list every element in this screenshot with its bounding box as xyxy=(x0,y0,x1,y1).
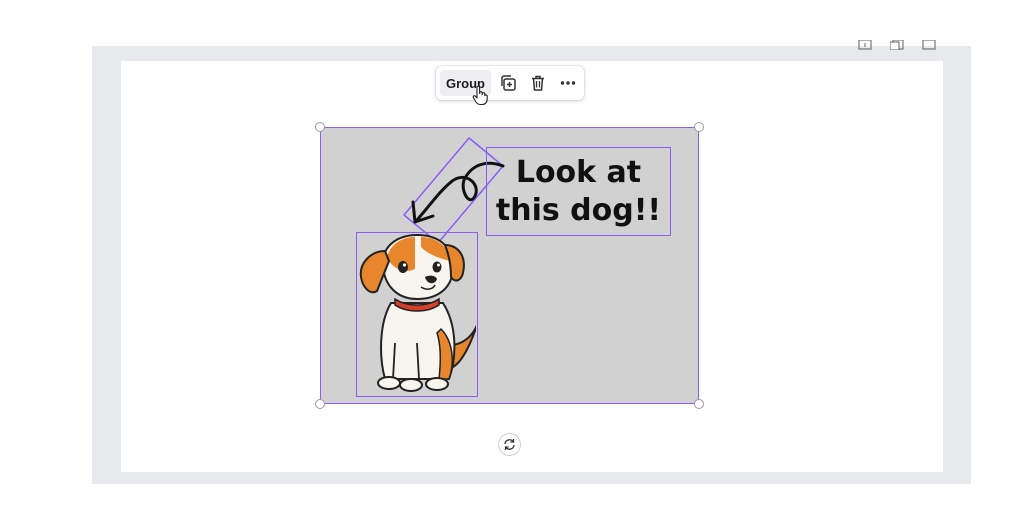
headline-line-2: this dog!! xyxy=(495,192,662,228)
add-page-icon[interactable] xyxy=(890,40,904,50)
resize-handle-bottom-right[interactable] xyxy=(694,399,704,409)
duplicate-icon xyxy=(501,75,516,91)
delete-button[interactable] xyxy=(525,70,551,96)
rotate-button[interactable] xyxy=(498,433,521,456)
duplicate-button[interactable] xyxy=(495,70,521,96)
rotate-icon xyxy=(504,439,515,450)
context-toolbar: Group xyxy=(436,66,584,100)
hand-pointer-cursor-icon xyxy=(472,86,488,106)
resize-handle-top-right[interactable] xyxy=(694,122,704,132)
trash-icon xyxy=(532,75,544,91)
more-options-button[interactable] xyxy=(555,70,581,96)
resize-handle-top-left[interactable] xyxy=(315,122,325,132)
expand-icon[interactable] xyxy=(922,40,936,50)
info-icon[interactable] xyxy=(858,40,872,50)
dog-icon xyxy=(359,233,478,392)
page-actions xyxy=(858,40,936,50)
headline-line-1: Look at xyxy=(515,154,642,190)
headline-text: Look at this dog!! xyxy=(496,154,661,230)
resize-handle-bottom-left[interactable] xyxy=(315,399,325,409)
dog-illustration[interactable] xyxy=(356,232,478,397)
headline-text-box[interactable]: Look at this dog!! xyxy=(486,147,671,236)
more-icon xyxy=(560,81,576,85)
